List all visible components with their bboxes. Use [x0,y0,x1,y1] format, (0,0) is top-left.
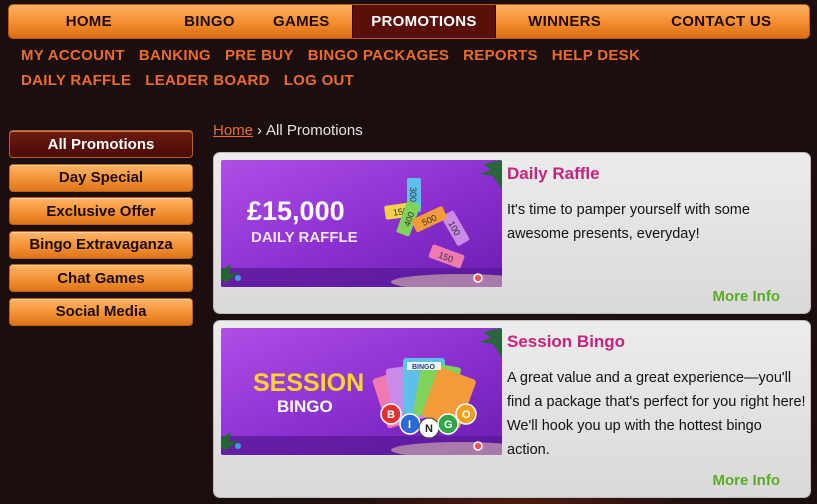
bingo-card-word: BINGO [412,364,436,371]
nav-home[interactable]: HOME [9,5,169,38]
breadcrumb-separator: › [257,122,263,139]
banner-subtitle: DAILY RAFFLE [251,229,358,246]
subnav-leader-board[interactable]: LEADER BOARD [145,72,269,89]
subnav-banking[interactable]: BANKING [139,47,211,64]
bingo-ball: O [462,409,471,421]
sidebar-item-exclusive-offer[interactable]: Exclusive Offer [9,197,193,225]
sidebar-item-all-promotions[interactable]: All Promotions [9,130,193,158]
promo-card-daily-raffle: £15,000 DAILY RAFFLE 150 300 100 400 150… [213,152,811,314]
subnav-log-out[interactable]: LOG OUT [284,72,354,89]
sidebar-item-chat-games[interactable]: Chat Games [9,264,193,292]
breadcrumb: Home › All Promotions [213,122,363,139]
subnav-reports[interactable]: REPORTS [463,47,538,64]
banner-subtitle: BINGO [277,397,333,416]
banner-amount: £15,000 [247,196,345,226]
subnav-help-desk[interactable]: HELP DESK [552,47,640,64]
account-nav: MY ACCOUNT BANKING PRE BUY BINGO PACKAGE… [21,47,721,89]
bingo-ball: G [444,419,453,431]
card-title: Daily Raffle [507,164,600,183]
nav-bingo[interactable]: BINGO [169,5,251,38]
more-info-link[interactable]: More Info [713,472,781,489]
bingo-ball: N [425,423,433,435]
banner-title: SESSION [253,369,364,397]
daily-raffle-banner[interactable]: £15,000 DAILY RAFFLE 150 300 100 400 150… [221,160,502,287]
breadcrumb-home-link[interactable]: Home [213,122,253,139]
promo-card-session-bingo: SESSION BINGO BINGO B I N G O Session Bi… [213,320,811,498]
main-nav: HOME BINGO GAMES PROMOTIONS WINNERS CONT… [8,4,810,39]
card-title: Session Bingo [507,332,626,351]
subnav-bingo-packages[interactable]: BINGO PACKAGES [308,47,449,64]
card-description: It's time to pamper yourself with some a… [507,202,750,242]
nav-games[interactable]: GAMES [250,5,352,38]
sidebar-item-social-media[interactable]: Social Media [9,297,193,326]
card-description: A great value and a great experience—you… [507,370,806,458]
sidebar-item-day-special[interactable]: Day Special [9,163,193,192]
bingo-ball: I [408,419,411,431]
nav-promotions[interactable]: PROMOTIONS [352,5,496,38]
promotions-sidebar: All Promotions Day Special Exclusive Off… [9,130,193,331]
subnav-pre-buy[interactable]: PRE BUY [225,47,294,64]
session-bingo-banner[interactable]: SESSION BINGO BINGO B I N G O [221,328,502,455]
sidebar-item-bingo-extravaganza[interactable]: Bingo Extravaganza [9,230,193,259]
subnav-my-account[interactable]: MY ACCOUNT [21,47,125,64]
nav-contact-us[interactable]: CONTACT US [633,5,809,38]
bingo-ball: B [387,409,395,421]
ticket-number: 300 [408,187,418,202]
more-info-link[interactable]: More Info [713,288,781,305]
breadcrumb-current: All Promotions [266,122,363,139]
nav-winners[interactable]: WINNERS [496,5,634,38]
subnav-daily-raffle[interactable]: DAILY RAFFLE [21,72,131,89]
